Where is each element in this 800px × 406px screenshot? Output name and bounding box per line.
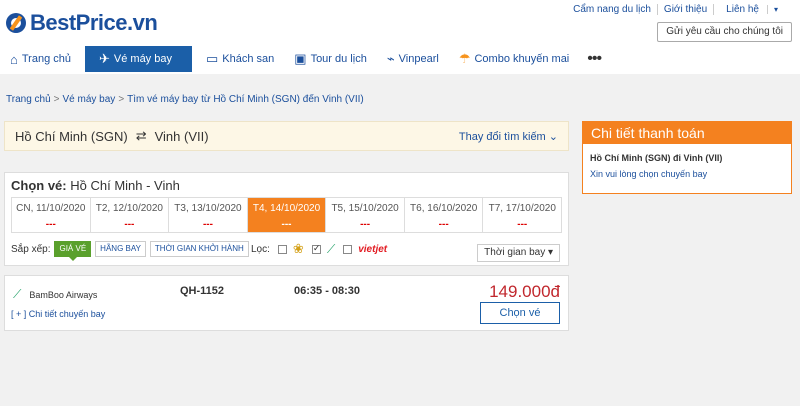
date-price: --- [360, 219, 371, 230]
choose-title: Chọn vé: Hồ Chí Minh - Vinh [11, 178, 180, 193]
sort-label: Sắp xếp: [11, 243, 51, 255]
payment-panel: Chi tiết thanh toán Hồ Chí Minh (SGN) đi… [582, 121, 792, 194]
nav-hotels-label: Khách san [222, 53, 275, 65]
nav-home-label: Trang chủ [21, 53, 71, 65]
breadcrumb-separator: > [118, 94, 125, 105]
sort-airline-button[interactable]: HÃNG BAY [95, 241, 146, 257]
flight-detail-link[interactable]: [ + ] Chi tiết chuyến bay [11, 309, 105, 319]
plane-icon: ✈ [98, 51, 110, 66]
flight-code: QH-1152 [180, 285, 225, 297]
nav-vinpearl[interactable]: ⌁ Vinpearl [377, 46, 449, 72]
main-nav: ⌂ Trang chủ ✈ Vé máy bay ▭ Khách san ▣ T… [0, 46, 800, 72]
breadcrumb-flights[interactable]: Vé máy bay [63, 94, 116, 105]
date-tab-selected[interactable]: T4, 14/10/2020 --- [246, 198, 326, 232]
guide-link[interactable]: Cẩm nang du lịch [567, 4, 657, 15]
vinpearl-icon: ⌁ [386, 51, 395, 66]
route-to: Vinh (VII) [154, 128, 209, 144]
header: BestPrice.vn Cẩm nang du lịch Giới thiệu… [0, 0, 800, 74]
vietjet-logo: vietjet [358, 243, 388, 255]
date-price: --- [202, 219, 213, 230]
nav-combo-label: Combo khuyến mai [474, 53, 570, 65]
nav-tours-label: Tour du lịch [310, 53, 367, 65]
choose-route: Hồ Chí Minh - Vinh [70, 178, 180, 193]
umbrella-icon: ☂ [458, 51, 471, 66]
date-label: T3, 13/10/2020 [174, 203, 242, 214]
logo[interactable]: BestPrice.vn [6, 10, 158, 36]
nav-flights[interactable]: ✈ Vé máy bay [84, 46, 192, 72]
date-label: T5, 15/10/2020 [331, 203, 399, 214]
bed-icon: ▭ [205, 51, 219, 66]
choose-ticket-button[interactable]: Chọn vé [480, 302, 560, 324]
date-price: --- [124, 219, 135, 230]
date-tab[interactable]: T2, 12/10/2020 --- [89, 198, 169, 232]
date-price: --- [45, 219, 56, 230]
change-search-link[interactable]: Thay đổi tìm kiếm ⌄ [459, 130, 558, 143]
date-price: --- [438, 219, 449, 230]
date-label: T7, 17/10/2020 [488, 203, 556, 214]
route-bar: Hồ Chí Minh (SGN) ⇄ Vinh (VII) Thay đổi … [4, 121, 569, 151]
luggage-icon: ▣ [294, 51, 307, 66]
filter-label: Lọc: [251, 243, 270, 255]
filter-vietnam-airlines-checkbox[interactable] [277, 244, 287, 254]
breadcrumb: Trang chủ > Vé máy bay > Tìm vé máy bay từ H… [6, 94, 364, 105]
bamboo-airways-logo-icon: ⟋ [13, 287, 22, 301]
payment-title: Chi tiết thanh toán [583, 122, 791, 144]
nav-flights-label: Vé máy bay [113, 53, 172, 65]
nav-vinpearl-label: Vinpearl [398, 53, 439, 65]
filter-vietjet-checkbox[interactable] [343, 244, 353, 254]
nav-tours[interactable]: ▣ Tour du lịch [284, 46, 377, 72]
home-icon: ⌂ [10, 51, 18, 67]
date-tab[interactable]: T6, 16/10/2020 --- [403, 198, 483, 232]
vietnam-airlines-logo-icon: ❀ [292, 241, 304, 256]
sort-price-button[interactable]: GIÁ VÉ [54, 241, 92, 261]
date-tabs: CN, 11/10/2020 --- T2, 12/10/2020 --- T3, … [11, 197, 562, 233]
date-tab[interactable]: T7, 17/10/2020 --- [482, 198, 561, 232]
request-button[interactable]: Gửi yêu cầu cho chúng tôi [657, 22, 792, 42]
date-label: T2, 12/10/2020 [95, 203, 163, 214]
chevron-down-icon: ▾ [766, 5, 784, 14]
nav-home[interactable]: ⌂ Trang chủ [0, 46, 81, 72]
breadcrumb-home[interactable]: Trang chủ [6, 94, 51, 105]
date-label: T4, 14/10/2020 [252, 203, 321, 214]
flight-price: 149.000đ [489, 282, 560, 301]
date-tab[interactable]: T3, 13/10/2020 --- [168, 198, 247, 232]
payment-route: Hồ Chí Minh (SGN) đi Vinh (VII) [590, 153, 723, 163]
date-tab[interactable]: CN, 11/10/2020 --- [12, 198, 90, 232]
nav-combo[interactable]: ☂ Combo khuyến mai [449, 46, 579, 72]
route-from: Hồ Chí Minh (SGN) [15, 128, 128, 144]
contact-link[interactable]: Liên hệ ▾ [713, 4, 790, 15]
breadcrumb-separator: > [53, 94, 60, 105]
date-label: T6, 16/10/2020 [410, 203, 478, 214]
nav-hotels[interactable]: ▭ Khách san [196, 46, 284, 72]
breadcrumb-current[interactable]: Tìm vé máy bay từ Hồ Chí Minh (SGN) đến … [127, 94, 364, 105]
sort-row: Sắp xếp: GIÁ VÉ HÃNG BAY THỜI GIAN KHỞI … [11, 241, 249, 261]
choose-label: Chọn vé: [11, 178, 67, 193]
about-link[interactable]: Giới thiệu [656, 4, 713, 15]
more-icon[interactable]: ••• [579, 50, 609, 68]
sort-departure-button[interactable]: THỜI GIAN KHỞI HÀNH [149, 241, 249, 257]
filter-bamboo-checkbox[interactable] [311, 243, 321, 254]
logo-icon [6, 13, 26, 33]
date-tab[interactable]: T5, 15/10/2020 --- [325, 198, 404, 232]
airline-filter: Lọc: ❀ ⟋ vietjet [251, 241, 387, 257]
airline-info: ⟋ BamBoo Airways [13, 287, 97, 302]
date-price: --- [517, 219, 528, 230]
swap-icon: ⇄ [135, 128, 147, 143]
airline-name: BamBoo Airways [29, 289, 98, 300]
bamboo-airways-logo-icon: ⟋ [326, 241, 336, 256]
top-links: Cẩm nang du lịch Giới thiệu Liên hệ ▾ [567, 4, 790, 15]
logo-text: BestPrice.vn [30, 10, 158, 35]
date-price: --- [281, 219, 292, 230]
flight-result: ⟋ BamBoo Airways QH-1152 06:35 - 08:30 1… [4, 275, 569, 331]
flight-time: 06:35 - 08:30 [294, 285, 361, 297]
choose-ticket-panel: Chọn vé: Hồ Chí Minh - Vinh CN, 11/10/20… [4, 172, 569, 266]
date-label: CN, 11/10/2020 [16, 203, 86, 214]
flight-time-select[interactable]: Thời gian bay ▾ [477, 244, 560, 262]
payment-note: Xin vui lòng chọn chuyến bay [590, 169, 708, 179]
